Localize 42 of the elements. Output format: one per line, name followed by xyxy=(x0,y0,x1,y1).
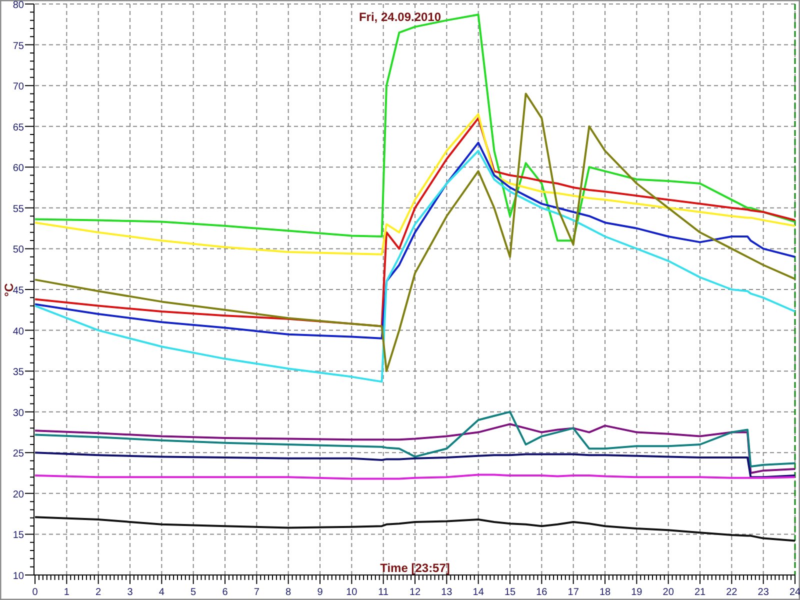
tick-label: 0 xyxy=(32,587,38,598)
tick-label: 1 xyxy=(64,587,70,598)
tick-label: 75 xyxy=(12,40,24,52)
tick-label: 4 xyxy=(158,587,164,598)
tick-label: 2 xyxy=(96,587,102,598)
tick-label: 12 xyxy=(409,587,421,598)
tick-label: 80 xyxy=(12,0,24,11)
tick-label: 16 xyxy=(536,587,548,598)
tick-label: 15 xyxy=(504,587,516,598)
tick-label: 70 xyxy=(12,82,24,93)
x-axis-title: Time [23:57] xyxy=(380,561,450,575)
tick-label: 13 xyxy=(441,587,452,598)
tick-label: 11 xyxy=(378,587,389,598)
tick-label: 9 xyxy=(317,587,323,598)
tick-label: 17 xyxy=(568,587,579,598)
tick-label: 35 xyxy=(12,367,24,378)
tick-label: 23 xyxy=(758,587,769,598)
tick-label: 20 xyxy=(662,587,674,598)
tick-label: 3 xyxy=(127,587,133,598)
tick-label: 22 xyxy=(726,587,738,598)
tick-label: 5 xyxy=(190,587,196,598)
tick-label: 55 xyxy=(12,204,24,215)
tick-label: 30 xyxy=(12,408,24,419)
tick-label: 6 xyxy=(222,587,228,598)
tick-label: 8 xyxy=(286,587,292,598)
tick-label: 18 xyxy=(599,587,611,598)
tick-label: 21 xyxy=(694,587,706,598)
chart-title: Fri, 24.09.2010 xyxy=(358,10,442,24)
tick-label: 15 xyxy=(12,530,24,542)
tick-label: 19 xyxy=(631,587,642,598)
tick-label: 60 xyxy=(12,163,24,174)
tick-label: 24 xyxy=(789,587,800,598)
tick-label: 10 xyxy=(346,587,358,598)
tick-label: 65 xyxy=(12,122,24,134)
tick-label: 20 xyxy=(12,489,24,500)
tick-label: 10 xyxy=(12,571,24,582)
tick-label: 25 xyxy=(12,448,24,460)
tick-label: 7 xyxy=(254,587,260,598)
tick-label: 40 xyxy=(12,326,24,338)
tick-label: 14 xyxy=(472,587,484,598)
tick-label: 45 xyxy=(12,286,24,296)
tick-label: 50 xyxy=(12,244,24,256)
